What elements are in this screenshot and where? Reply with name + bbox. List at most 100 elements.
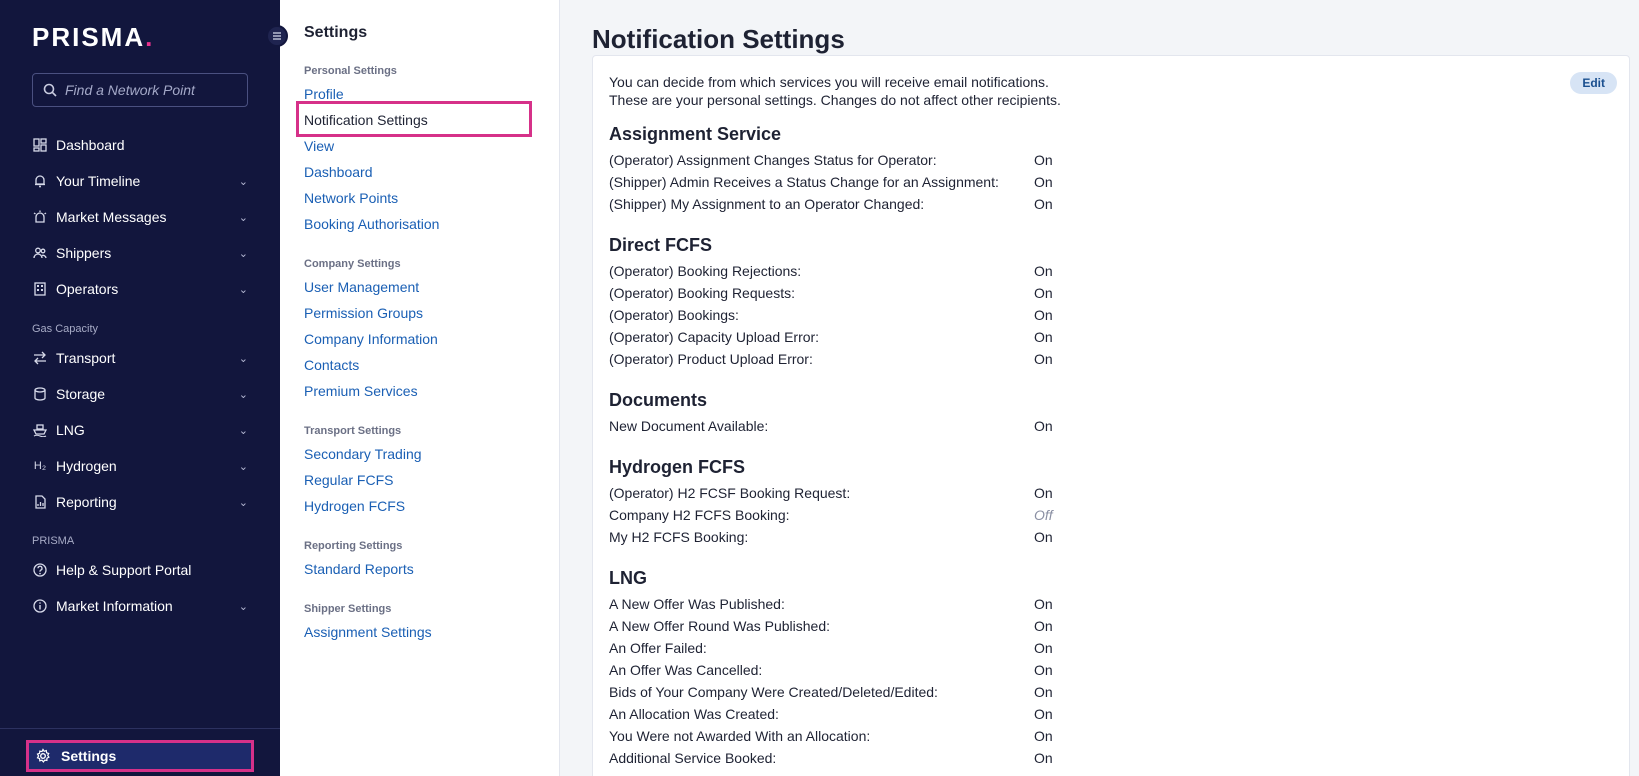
setting-label: Bids of Your Company Were Created/Delete… <box>609 684 938 700</box>
menu-link-secondary-trading[interactable]: Secondary Trading <box>304 446 422 462</box>
search-input[interactable] <box>65 82 235 98</box>
report-icon <box>32 494 48 510</box>
setting-value: On <box>1034 662 1053 678</box>
setting-label: My H2 FCFS Booking: <box>609 529 749 545</box>
setting-value: On <box>1034 596 1053 612</box>
chevron-down-icon: ⌄ <box>238 388 248 401</box>
chevron-down-icon: ⌄ <box>238 283 248 296</box>
notification-settings-card: Edit You can decide from which services … <box>592 55 1630 776</box>
sidebar-item-storage[interactable]: Storage ⌄ <box>32 382 248 406</box>
setting-label: (Operator) Product Upload Error: <box>609 351 813 367</box>
sidebar-item-your-timeline[interactable]: Your Timeline ⌄ <box>32 169 248 193</box>
nav-group-prisma: PRISMA <box>32 535 75 547</box>
dashboard-icon <box>32 137 48 153</box>
setting-label: A New Offer Was Published: <box>609 596 785 612</box>
setting-value: On <box>1034 485 1053 501</box>
sidebar-item-label: Market Information <box>56 598 173 614</box>
setting-value: On <box>1034 152 1053 168</box>
ship-icon <box>32 422 48 438</box>
setting-value: On <box>1034 351 1053 367</box>
menu-group-shipper-settings: Shipper Settings <box>304 603 392 615</box>
sidebar-item-market-messages[interactable]: Market Messages ⌄ <box>32 205 248 229</box>
sidebar-item-shippers[interactable]: Shippers ⌄ <box>32 241 248 265</box>
chevron-down-icon: ⌄ <box>238 600 248 613</box>
page-title: Notification Settings <box>592 24 845 54</box>
menu-group-company-settings: Company Settings <box>304 258 401 270</box>
menu-link-premium-services[interactable]: Premium Services <box>304 383 418 399</box>
setting-label: An Offer Was Cancelled: <box>609 662 763 678</box>
section-title-assignment-service: Assignment Service <box>609 124 782 144</box>
menu-link-contacts[interactable]: Contacts <box>304 357 359 373</box>
menu-link-company-information[interactable]: Company Information <box>304 331 438 347</box>
settings-menu: Settings Personal Settings Profile Notif… <box>280 0 560 776</box>
setting-value: On <box>1034 640 1053 656</box>
menu-link-view[interactable]: View <box>304 138 334 154</box>
edit-button[interactable]: Edit <box>1570 72 1617 94</box>
main-content: Notification Settings Edit You can decid… <box>560 0 1639 776</box>
setting-label: An Offer Failed: <box>609 640 707 656</box>
sidebar-item-label: Hydrogen <box>56 458 117 474</box>
setting-label: (Operator) Bookings: <box>609 307 739 323</box>
section-title-hydrogen-fcfs: Hydrogen FCFS <box>609 457 746 477</box>
sidebar-item-help-support-portal[interactable]: Help & Support Portal <box>32 558 248 582</box>
menu-link-regular-fcfs[interactable]: Regular FCFS <box>304 472 393 488</box>
chevron-down-icon: ⌄ <box>238 460 248 473</box>
sidebar-item-label: Reporting <box>56 494 117 510</box>
menu-link-assignment-settings[interactable]: Assignment Settings <box>304 624 432 640</box>
gear-icon <box>35 748 51 764</box>
menu-link-hydrogen-fcfs[interactable]: Hydrogen FCFS <box>304 498 405 514</box>
settings-menu-title: Settings <box>304 24 368 41</box>
setting-label: Additional Service Booked: <box>609 750 777 766</box>
help-icon <box>32 562 48 578</box>
setting-value: On <box>1034 618 1053 634</box>
nav-group-gas-capacity: Gas Capacity <box>32 323 99 335</box>
setting-value: On <box>1034 706 1053 722</box>
menu-link-network-points[interactable]: Network Points <box>304 190 398 206</box>
menu-link-standard-reports[interactable]: Standard Reports <box>304 561 414 577</box>
sidebar-item-transport[interactable]: Transport ⌄ <box>32 346 248 370</box>
network-point-search[interactable] <box>32 73 248 107</box>
setting-value: On <box>1034 728 1053 744</box>
search-icon <box>43 83 57 97</box>
chevron-down-icon: ⌄ <box>238 352 248 365</box>
sidebar-item-hydrogen[interactable]: H₂ Hydrogen ⌄ <box>32 454 248 478</box>
menu-collapse-icon <box>273 32 281 40</box>
prisma-logo[interactable]: PRISMA. <box>32 22 154 53</box>
setting-value: On <box>1034 263 1053 279</box>
menu-link-permission-groups[interactable]: Permission Groups <box>304 305 423 321</box>
setting-label: A New Offer Round Was Published: <box>609 618 830 634</box>
menu-link-profile[interactable]: Profile <box>304 86 344 102</box>
setting-value: On <box>1034 285 1053 301</box>
building-icon <box>32 281 48 297</box>
sidebar-item-operators[interactable]: Operators ⌄ <box>32 277 248 301</box>
sidebar-item-lng[interactable]: LNG ⌄ <box>32 418 248 442</box>
settings-label: Settings <box>61 748 117 764</box>
sidebar-item-label: Transport <box>56 350 116 366</box>
sidebar-item-settings[interactable]: Settings <box>26 740 254 772</box>
sidebar-item-label: Shippers <box>56 245 112 261</box>
alarm-icon <box>32 209 48 225</box>
sidebar-item-label: Storage <box>56 386 106 402</box>
intro-text: You can decide from which services you w… <box>609 73 1061 109</box>
sidebar-item-label: Help & Support Portal <box>56 562 192 578</box>
sidebar-collapse-button[interactable] <box>266 25 288 47</box>
menu-link-notification-settings[interactable]: Notification Settings <box>304 112 428 128</box>
sidebar-item-reporting[interactable]: Reporting ⌄ <box>32 490 248 514</box>
sidebar-item-market-information[interactable]: Market Information ⌄ <box>32 594 248 618</box>
h2-icon: H₂ <box>33 460 47 472</box>
setting-value: On <box>1034 196 1053 212</box>
menu-group-reporting-settings: Reporting Settings <box>304 540 403 552</box>
menu-link-booking-authorisation[interactable]: Booking Authorisation <box>304 216 439 232</box>
setting-value: On <box>1034 174 1053 190</box>
menu-link-dashboard[interactable]: Dashboard <box>304 164 373 180</box>
menu-group-personal-settings: Personal Settings <box>304 65 397 77</box>
sidebar-item-label: LNG <box>56 422 85 438</box>
sidebar-item-dashboard[interactable]: Dashboard <box>32 133 248 157</box>
chevron-down-icon: ⌄ <box>238 247 248 260</box>
setting-label: You Were not Awarded With an Allocation: <box>609 728 871 744</box>
setting-label: (Operator) H2 FCSF Booking Request: <box>609 485 851 501</box>
chevron-down-icon: ⌄ <box>238 496 248 509</box>
menu-link-user-management[interactable]: User Management <box>304 279 419 295</box>
sidebar: PRISMA. Dashboard Your Timeline ⌄ Market… <box>0 0 280 776</box>
transfer-icon <box>32 350 48 366</box>
